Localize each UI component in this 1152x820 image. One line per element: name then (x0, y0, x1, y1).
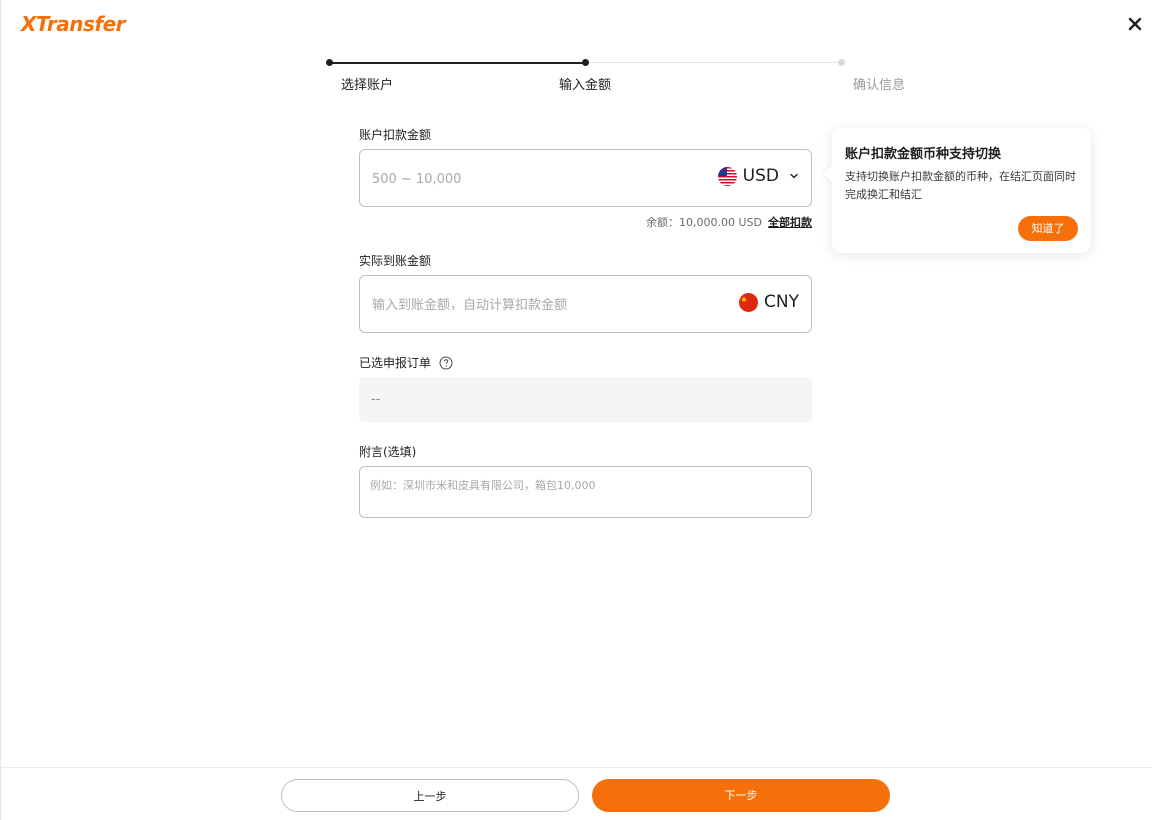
stepper-line-complete (329, 62, 586, 64)
footer-divider (1, 767, 1152, 768)
step-dot-3 (838, 59, 845, 66)
china-flag-icon (739, 292, 759, 312)
currency-switch-tooltip: 账户扣款金额币种支持切换 支持切换账户扣款金额的币种，在结汇页面同时完成换汇和结… (832, 128, 1091, 253)
step-label-confirm-info: 确认信息 (853, 78, 906, 93)
debit-amount-field: USD (359, 149, 812, 207)
tooltip-title: 账户扣款金额币种支持切换 (845, 147, 1002, 162)
tooltip-got-it-button[interactable]: 知道了 (1018, 216, 1078, 241)
step-label-select-account: 选择账户 (341, 78, 394, 93)
step-dot-1 (326, 59, 333, 66)
us-flag-icon (717, 166, 737, 186)
chevron-down-icon (790, 173, 798, 179)
transfer-dialog: XTransfer 选择账户 输入金额 确认信息 账户扣款金额 500 ~ 10… (0, 0, 1152, 820)
debit-currency-code: USD (742, 166, 779, 186)
stepper-line-pending (586, 62, 842, 63)
debit-amount-label: 账户扣款金额 (359, 128, 432, 142)
note-field (359, 466, 812, 518)
note-label: 附言(选填) (359, 445, 417, 459)
credit-currency-display: CNY (739, 292, 799, 312)
balance-row: 余额：10,000.00 USD 全部扣款 (359, 214, 812, 230)
next-step-button[interactable]: 下一步 (592, 779, 890, 812)
credit-currency-code: CNY (764, 292, 799, 312)
declared-orders-label: 已选申报订单 (359, 356, 432, 370)
declared-orders-value: -- (359, 377, 812, 422)
balance-text: 余额：10,000.00 USD (646, 216, 762, 229)
progress-stepper: 选择账户 输入金额 确认信息 (1, 0, 1152, 100)
step-label-enter-amount: 输入金额 (559, 78, 612, 93)
tooltip-body: 支持切换账户扣款金额的币种，在结汇页面同时完成换汇和结汇 (845, 170, 1076, 201)
note-textarea[interactable] (370, 477, 800, 509)
step-dot-2 (582, 59, 589, 66)
question-circle-icon[interactable] (439, 356, 453, 370)
credit-amount-input[interactable] (372, 294, 672, 316)
credit-amount-label: 实际到账金额 (359, 254, 432, 268)
declared-orders-label-row: 已选申报订单 (359, 354, 453, 371)
debit-all-link[interactable]: 全部扣款 (768, 216, 812, 229)
debit-currency-selector[interactable]: USD (717, 166, 799, 186)
previous-step-button[interactable]: 上一步 (281, 779, 579, 812)
debit-amount-input[interactable] (372, 168, 672, 190)
credit-amount-field: CNY (359, 275, 812, 333)
